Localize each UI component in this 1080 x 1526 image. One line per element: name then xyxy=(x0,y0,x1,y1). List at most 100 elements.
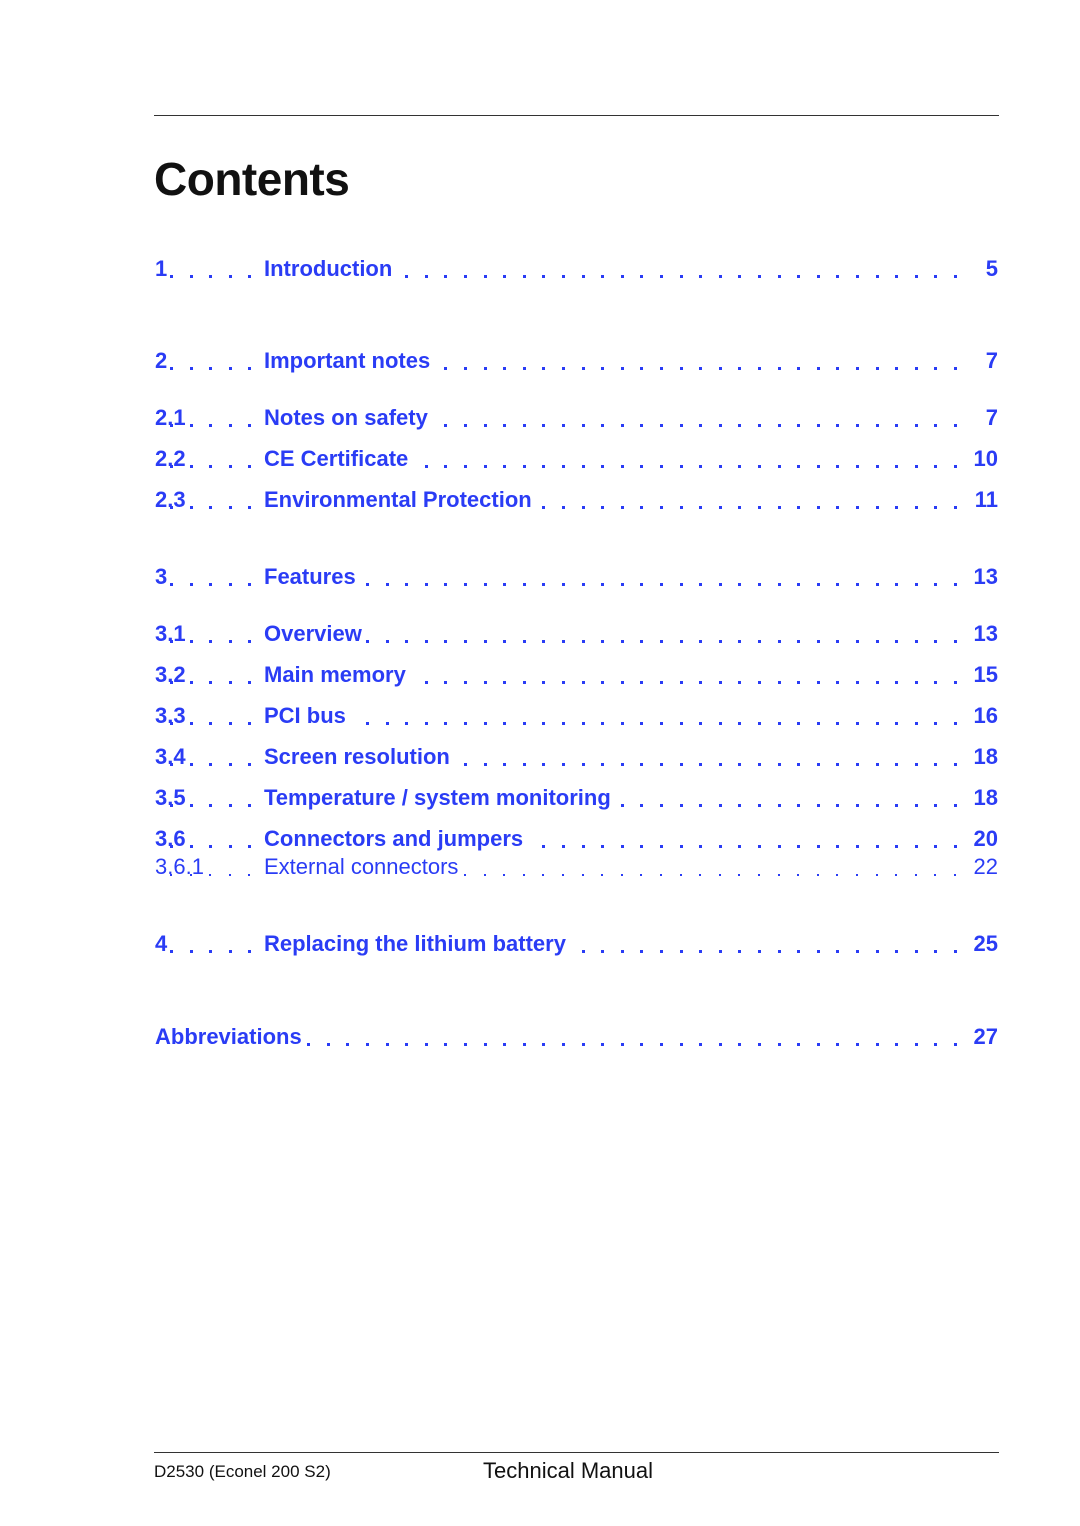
leader-dot xyxy=(660,845,663,848)
toc-entry[interactable]: 3.6.1 External connectors 22 xyxy=(0,854,1080,884)
leader-dot xyxy=(248,583,252,586)
toc-entry-page[interactable]: 18 xyxy=(967,744,998,770)
toc-entry-label[interactable]: CE Certificate xyxy=(264,446,413,472)
leader-dot xyxy=(718,465,722,468)
toc-entry[interactable]: 2.3 Environmental Protection 11 xyxy=(0,487,1080,517)
toc-entry-page[interactable]: 7 xyxy=(979,348,998,374)
leader-dot xyxy=(522,583,526,586)
leader-dot xyxy=(581,583,585,586)
leader-dot xyxy=(875,722,879,725)
leader-dot xyxy=(895,506,899,509)
toc-entry-page[interactable]: 22 xyxy=(967,854,998,880)
toc-entry-page[interactable]: 27 xyxy=(967,1024,998,1050)
leader-dot xyxy=(170,583,173,586)
leader-dot xyxy=(718,681,722,684)
toc-entry-page[interactable]: 7 xyxy=(979,405,998,431)
toc-entry-label[interactable]: Screen resolution xyxy=(264,744,454,770)
leader-dot xyxy=(758,804,761,807)
leader-dot xyxy=(189,583,193,586)
toc-entry-label[interactable]: Replacing the lithium battery xyxy=(264,931,570,957)
leader-dot xyxy=(542,583,546,586)
leader-dot xyxy=(444,465,448,468)
leader-dot xyxy=(542,424,546,427)
leader-dot xyxy=(601,950,605,953)
leader-dot xyxy=(797,640,801,643)
toc-entry[interactable]: 1 Introduction 5 xyxy=(0,256,1080,286)
toc-entry[interactable]: 4 Replacing the lithium battery 25 xyxy=(0,931,1080,961)
leader-dot xyxy=(836,506,840,509)
leader-dot xyxy=(718,275,722,278)
leader-dot xyxy=(189,722,193,725)
leader-dot xyxy=(503,722,507,725)
leader-dot xyxy=(954,874,956,876)
toc-entry-page[interactable]: 20 xyxy=(967,826,998,852)
toc-entry-page[interactable]: 10 xyxy=(967,446,998,472)
leader-dot xyxy=(170,722,173,725)
leader-dot xyxy=(464,640,467,643)
leader-dot xyxy=(856,763,859,766)
leader-dot xyxy=(620,583,624,586)
toc-entry-label[interactable]: External connectors xyxy=(264,854,463,880)
toc-entry[interactable]: 2.1 Notes on safety 7 xyxy=(0,405,1080,435)
leader-dot xyxy=(934,950,938,953)
leader-dot xyxy=(620,1043,624,1046)
leader-dot xyxy=(601,275,605,278)
toc-entry-page[interactable]: 25 xyxy=(967,931,998,957)
toc-entry[interactable]: 3 Features 13 xyxy=(0,564,1080,594)
toc-entry-label[interactable]: Connectors and jumpers xyxy=(264,826,528,852)
leader-dot xyxy=(738,583,742,586)
leader-dot xyxy=(856,874,858,876)
toc-entry[interactable]: 3.5 Temperature / system monitoring 18 xyxy=(0,785,1080,815)
leader-dot xyxy=(660,424,663,427)
toc-entry-page[interactable]: 15 xyxy=(967,662,998,688)
leader-dot xyxy=(248,465,252,468)
toc-entry-label[interactable]: Overview xyxy=(264,621,366,647)
toc-entry-label[interactable]: Important notes xyxy=(264,348,435,374)
leader-dot xyxy=(483,465,487,468)
leader-dot xyxy=(228,763,232,766)
leader-dot xyxy=(934,506,938,509)
toc-entry[interactable]: 3.1 Overview 13 xyxy=(0,621,1080,651)
toc-entry-label[interactable]: Abbreviations xyxy=(155,1024,306,1050)
leader-dot xyxy=(679,583,683,586)
toc-entry-page[interactable]: 13 xyxy=(967,621,998,647)
leader-dot xyxy=(758,845,761,848)
leader-dot xyxy=(914,874,917,876)
toc-entry-label[interactable]: Notes on safety xyxy=(264,405,432,431)
toc-entry-label[interactable]: PCI bus xyxy=(264,703,350,729)
toc-entry-label[interactable]: Features xyxy=(264,564,360,590)
leader-dot xyxy=(209,367,213,370)
toc-entry[interactable]: 2 Important notes 7 xyxy=(0,348,1080,378)
leader-dot xyxy=(170,275,173,278)
leader-dot xyxy=(738,804,742,807)
toc-entry[interactable]: 3.6 Connectors and jumpers 20 xyxy=(0,826,1080,856)
toc-entry-page[interactable]: 18 xyxy=(967,785,998,811)
toc-entry-label[interactable]: Introduction xyxy=(264,256,397,282)
toc-entry[interactable]: Abbreviations 27 xyxy=(0,1024,1080,1054)
leader-dot xyxy=(620,424,624,427)
toc-entry-page[interactable]: 11 xyxy=(968,487,998,513)
toc-entry-page[interactable]: 5 xyxy=(979,256,998,282)
leader-dot xyxy=(856,367,859,370)
toc-entry[interactable]: 3.3 PCI bus 16 xyxy=(0,703,1080,733)
leader-dot xyxy=(934,681,938,684)
leader-dot xyxy=(758,874,760,876)
leader-dot xyxy=(934,465,938,468)
leader-dot xyxy=(797,804,801,807)
toc-entry[interactable]: 3.4 Screen resolution 18 xyxy=(0,744,1080,774)
leader-dot xyxy=(895,275,899,278)
leader-dot xyxy=(444,367,448,370)
toc-entry-page[interactable]: 16 xyxy=(967,703,998,729)
toc-entry-label[interactable]: Environmental Protection xyxy=(264,487,536,513)
toc-entry[interactable]: 3.2 Main memory 15 xyxy=(0,662,1080,692)
leader-dot xyxy=(522,640,526,643)
toc-entry[interactable]: 2.2 CE Certificate 10 xyxy=(0,446,1080,476)
toc-entry-label[interactable]: Temperature / system monitoring xyxy=(264,785,615,811)
leader-dot xyxy=(620,804,624,807)
toc-entry-page[interactable]: 13 xyxy=(967,564,998,590)
leader-dot xyxy=(914,722,918,725)
toc-entry-label[interactable]: Main memory xyxy=(264,662,410,688)
leader-dot xyxy=(209,874,212,876)
leader-dot xyxy=(385,640,389,643)
leader-dot xyxy=(875,804,879,807)
